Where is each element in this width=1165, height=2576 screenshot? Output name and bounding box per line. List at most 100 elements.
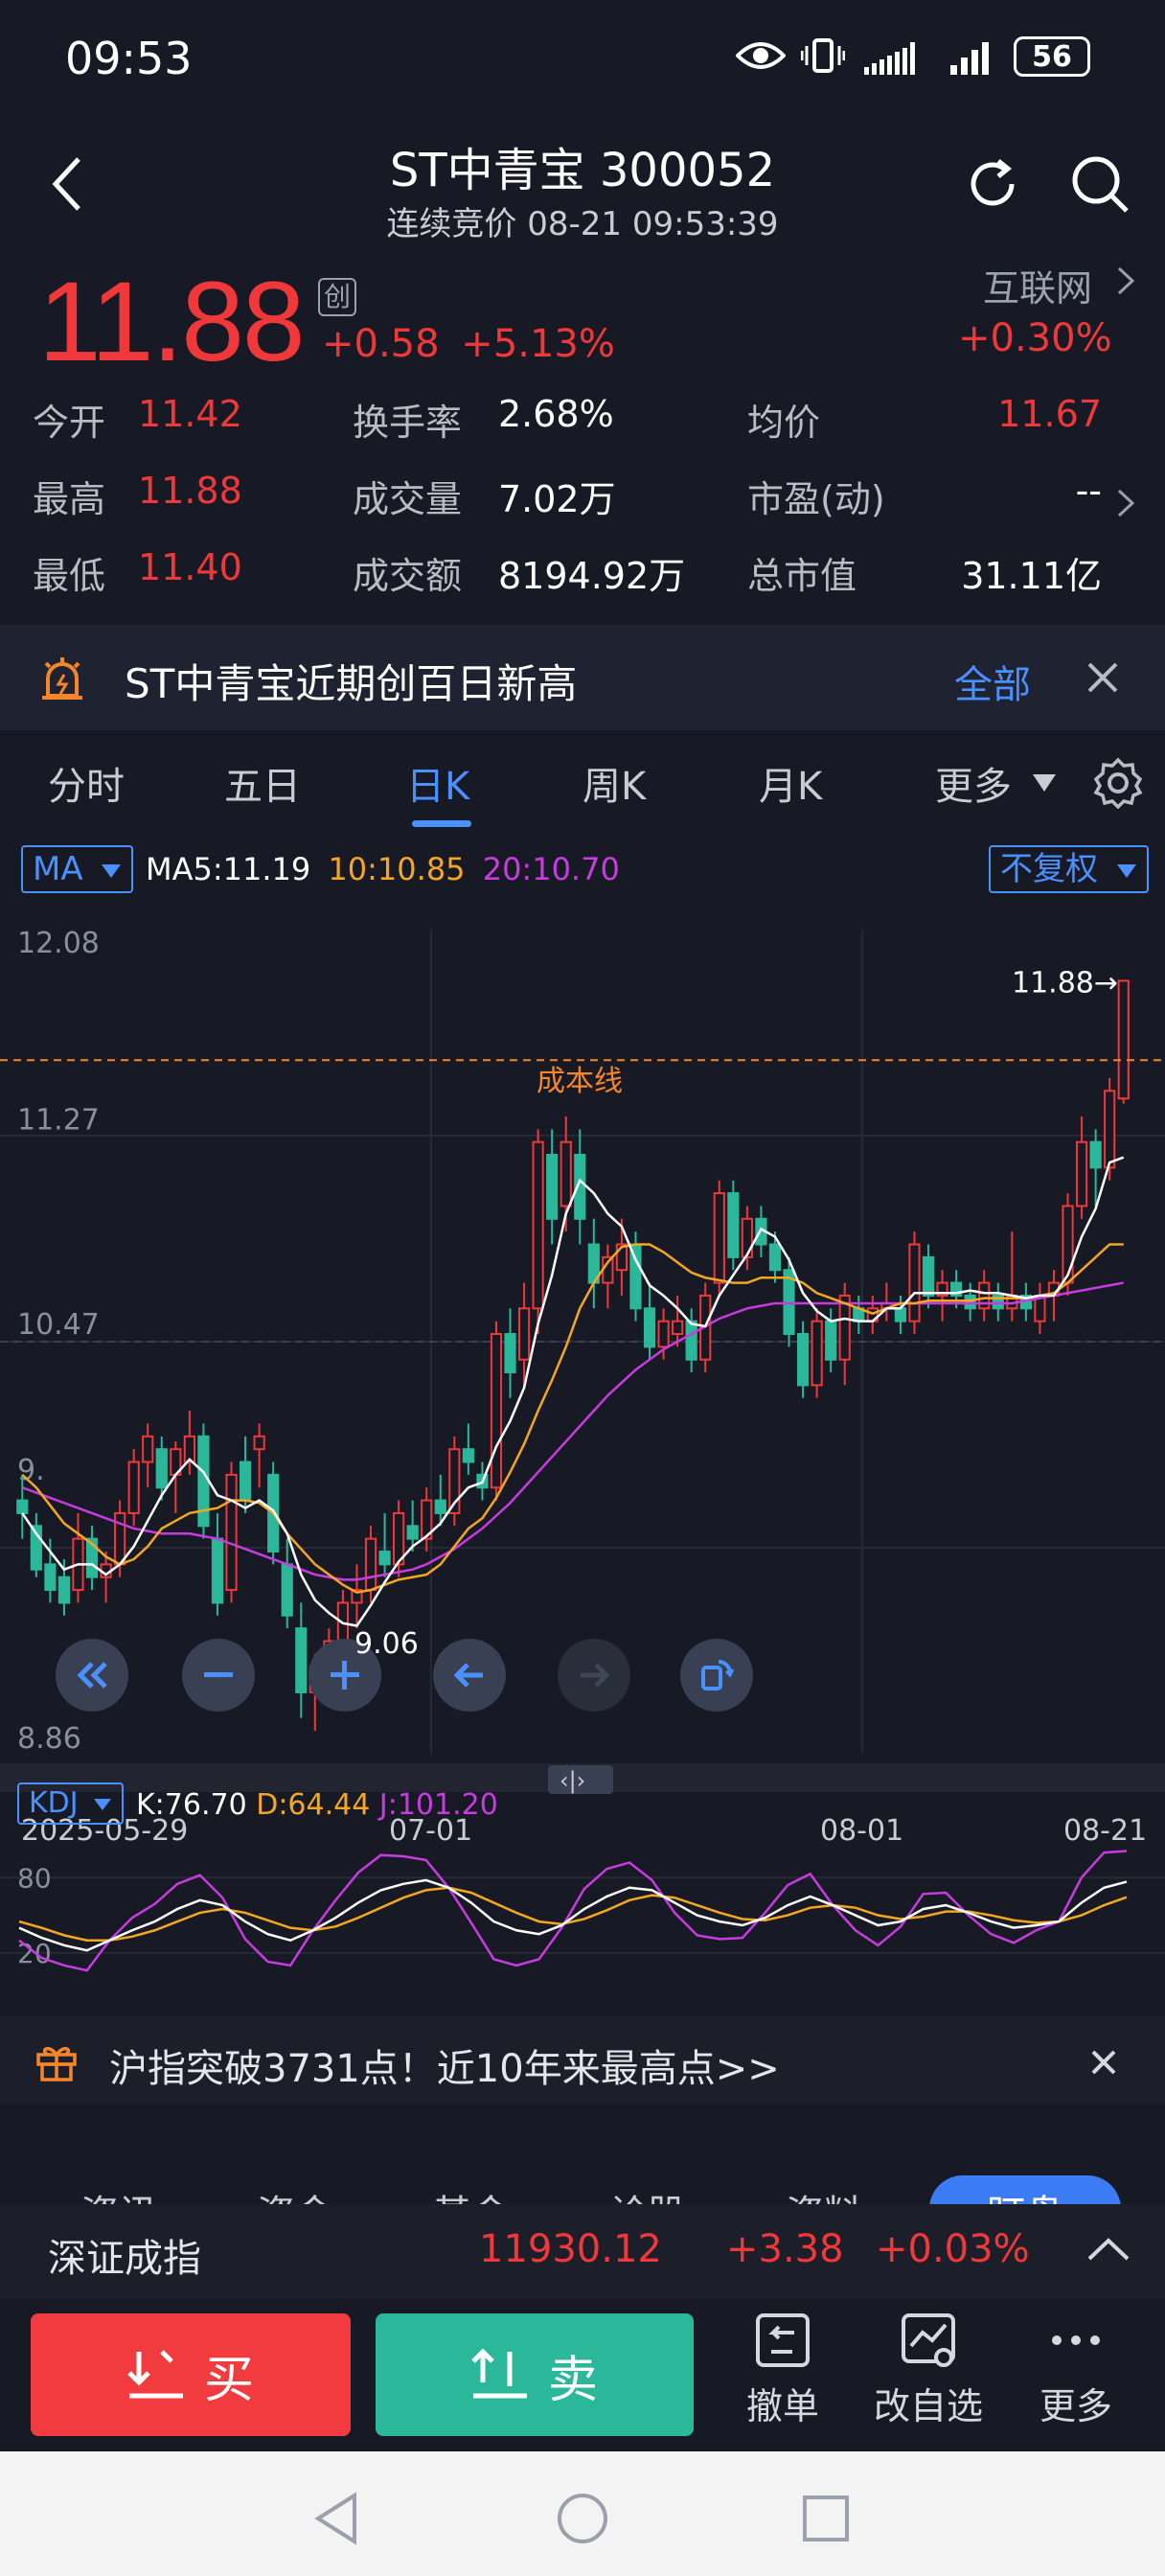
index-percent: +0.03% [876, 2227, 1030, 2271]
pan-right-button[interactable] [558, 1639, 630, 1712]
candle-body [964, 1294, 976, 1310]
info-tab-active[interactable]: 盯盘 [929, 2175, 1121, 2204]
info-tabs: 资讯 资金 基金 诊股 资料 盯盘 [0, 2147, 1165, 2204]
alert-all-link[interactable]: 全部 [954, 654, 1031, 709]
info-tab[interactable]: 资金 [257, 2183, 333, 2204]
tab-more[interactable]: 更多 [935, 755, 1012, 811]
settings-icon[interactable] [1092, 757, 1144, 809]
promo-banner[interactable]: 沪指突破3731点！近10年来最高点>> [0, 2016, 1165, 2104]
kdj-k-line [18, 1878, 1128, 1952]
candle-body [1075, 1140, 1088, 1208]
tab-monthly-k[interactable]: 月K [759, 755, 822, 811]
candle-body [643, 1307, 656, 1348]
candle-body [434, 1499, 446, 1514]
ma5-legend: MA5:11.19 [146, 851, 311, 887]
candle-body [825, 1320, 837, 1361]
nav-recents-icon[interactable] [801, 2494, 851, 2543]
candle-body [922, 1255, 935, 1297]
index-value: 11930.12 [479, 2227, 662, 2271]
rotate-button[interactable] [680, 1639, 753, 1712]
change-value: +0.58 [322, 322, 440, 366]
buy-button[interactable]: 买 [31, 2313, 351, 2436]
candle-body [672, 1320, 684, 1335]
stat-label-turnover: 换手率 [353, 402, 463, 444]
ma-legend: MA5:11.19 10:10.85 20:10.70 [146, 851, 620, 887]
system-nav-bar [0, 2451, 1165, 2576]
candle-body [127, 1460, 140, 1514]
y-axis-label: 8.86 [17, 1722, 81, 1756]
tab-intraday[interactable]: 分时 [48, 755, 125, 811]
info-tab[interactable]: 资讯 [80, 2183, 157, 2204]
index-change: +3.38 [726, 2227, 844, 2271]
chevron-up-icon[interactable] [1086, 2237, 1131, 2262]
ma-indicator-select[interactable]: MA [21, 845, 134, 893]
stat-value-amount: 8194.92万 [498, 555, 686, 597]
close-icon[interactable] [1090, 2049, 1117, 2076]
kdj-indicator-select[interactable]: KDJ [17, 1782, 125, 1825]
refresh-icon[interactable] [962, 153, 1023, 215]
ma5-line [21, 1156, 1125, 1627]
candle-body [978, 1281, 991, 1310]
chevron-right-icon[interactable] [1115, 487, 1136, 519]
stat-label-pe: 市盈(动) [747, 478, 885, 520]
nav-home-icon[interactable] [556, 2492, 609, 2545]
pan-left-button[interactable] [433, 1639, 506, 1712]
stat-value-turnover: 2.68% [498, 393, 614, 435]
edit-watchlist-button[interactable]: 改自选 [866, 2310, 991, 2429]
status-bar: 09:53 56 [0, 0, 1165, 125]
stat-value-volume: 7.02万 [498, 478, 616, 520]
adjust-select[interactable]: 不复权 [989, 845, 1149, 893]
kdj-d-value: D:64.44 [256, 1788, 371, 1822]
alert-banner[interactable]: ST中青宝近期创百日新高 全部 [0, 625, 1165, 730]
y-axis-label: 12.08 [17, 927, 100, 960]
kline-panel[interactable]: MA MA5:11.19 10:10.85 20:10.70 不复权 12.08… [0, 834, 1165, 1993]
candle-body [713, 1192, 725, 1284]
ma20-legend: 20:10.70 [482, 851, 620, 887]
signal-icon-2 [948, 38, 998, 77]
candle-body [281, 1563, 293, 1617]
sector-name[interactable]: 互联网 [983, 259, 1092, 311]
caret-down-icon[interactable] [1031, 772, 1058, 794]
candle-body [741, 1217, 753, 1258]
candle-body [657, 1320, 670, 1348]
tab-daily-k[interactable]: 日K [406, 755, 469, 811]
stat-value-open: 11.42 [138, 393, 242, 435]
ma10-line [21, 1243, 1124, 1595]
kdj-label: KDJ [29, 1786, 79, 1820]
close-icon[interactable] [1086, 661, 1119, 694]
battery-icon: 56 [1014, 36, 1090, 77]
sell-icon [471, 2348, 527, 2399]
cancel-order-label: 撤单 [745, 2385, 819, 2427]
kline-chart[interactable]: 12.0811.2710.479.8.86成本线11.88→‹|›2025-05… [0, 901, 1165, 1859]
chevron-right-icon[interactable] [1115, 264, 1136, 297]
rewind-button[interactable] [56, 1639, 128, 1712]
info-tab-label: 盯盘 [987, 2193, 1063, 2204]
sell-button[interactable]: 卖 [376, 2313, 694, 2436]
candle-body [142, 1435, 154, 1463]
more-button[interactable]: 更多 [1014, 2310, 1138, 2429]
period-tabs: 分时 五日 日K 周K 月K 更多 [0, 738, 1165, 834]
info-tab[interactable]: 基金 [433, 2183, 510, 2204]
stat-label-open: 今开 [33, 402, 106, 444]
last-price-marker: 11.88→ [1012, 966, 1118, 1000]
kdj-chart[interactable]: 8020 [0, 1834, 1165, 1988]
tab-five-day[interactable]: 五日 [224, 755, 301, 811]
index-ticker[interactable]: 深证成指 11930.12 +3.38 +0.03% [0, 2204, 1165, 2298]
alarm-icon [38, 654, 86, 702]
search-icon[interactable] [1069, 153, 1131, 215]
ma10-legend: 10:10.85 [328, 851, 466, 887]
stat-label-volume: 成交量 [353, 478, 463, 520]
info-tab[interactable]: 诊股 [609, 2183, 686, 2204]
nav-back-icon[interactable] [312, 2492, 360, 2545]
zoom-out-button[interactable] [182, 1639, 255, 1712]
tab-weekly-k[interactable]: 周K [582, 755, 646, 811]
candle-body [727, 1192, 740, 1258]
eye-icon [736, 38, 786, 73]
stat-label-high: 最高 [33, 478, 106, 520]
candle-body [685, 1320, 697, 1361]
info-tab[interactable]: 资料 [786, 2183, 862, 2204]
scroll-handle-icon: ‹|› [560, 1767, 585, 1794]
sector-change: +0.30% [958, 316, 1112, 360]
cancel-order-button[interactable]: 撤单 [720, 2310, 845, 2429]
signal-icon-1 [862, 38, 925, 77]
